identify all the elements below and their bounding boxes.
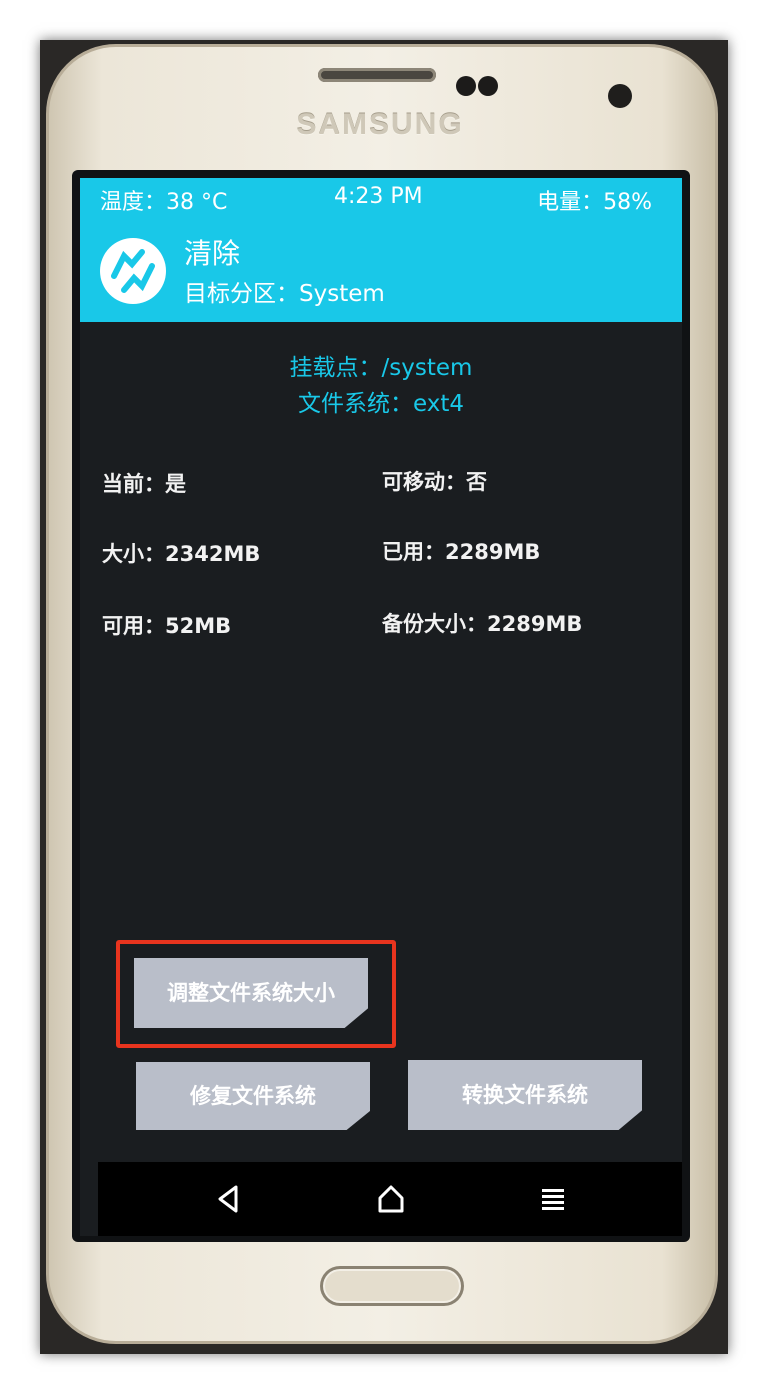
proximity-sensor xyxy=(456,76,476,96)
clock-label: 4:23 PM xyxy=(334,184,423,209)
backup-size-info: 备份大小：2289MB xyxy=(382,612,583,636)
repair-filesystem-button[interactable]: 修复文件系统 xyxy=(136,1062,370,1130)
current-info: 当前：是 xyxy=(102,472,186,496)
screen: 温度：38 °C 4:23 PM 电量：58% 清除 目标分区：System 挂… xyxy=(80,178,682,1236)
light-sensor xyxy=(478,76,498,96)
status-bar: 温度：38 °C 4:23 PM 电量：58% xyxy=(80,178,682,216)
navigation-bar xyxy=(98,1162,682,1236)
battery-label: 电量：58% xyxy=(537,190,652,215)
size-info: 大小：2342MB xyxy=(102,542,261,566)
used-info: 已用：2289MB xyxy=(382,540,541,564)
front-camera-icon xyxy=(608,84,632,108)
earpiece-speaker xyxy=(318,68,436,82)
home-icon[interactable] xyxy=(374,1182,408,1216)
free-info: 可用：52MB xyxy=(102,614,232,638)
change-filesystem-button[interactable]: 转换文件系统 xyxy=(408,1060,642,1130)
page-header: 清除 目标分区：System xyxy=(80,216,682,322)
mount-info: 挂载点：/system 文件系统：ext4 xyxy=(80,350,682,422)
target-partition-label: 目标分区：System xyxy=(184,281,385,307)
temperature-label: 温度：38 °C xyxy=(100,190,228,215)
highlight-box xyxy=(116,940,396,1048)
page-title: 清除 xyxy=(184,237,241,270)
menu-lines-icon[interactable] xyxy=(536,1182,570,1216)
hardware-home-button xyxy=(320,1266,464,1306)
removable-info: 可移动：否 xyxy=(382,470,487,494)
back-triangle-icon[interactable] xyxy=(212,1182,246,1216)
mount-point-label: 挂载点：/system xyxy=(289,355,473,381)
brand-logo: SAMSUNG xyxy=(296,108,464,141)
twrp-logo-icon xyxy=(100,238,166,304)
filesystem-label: 文件系统：ext4 xyxy=(297,391,464,417)
